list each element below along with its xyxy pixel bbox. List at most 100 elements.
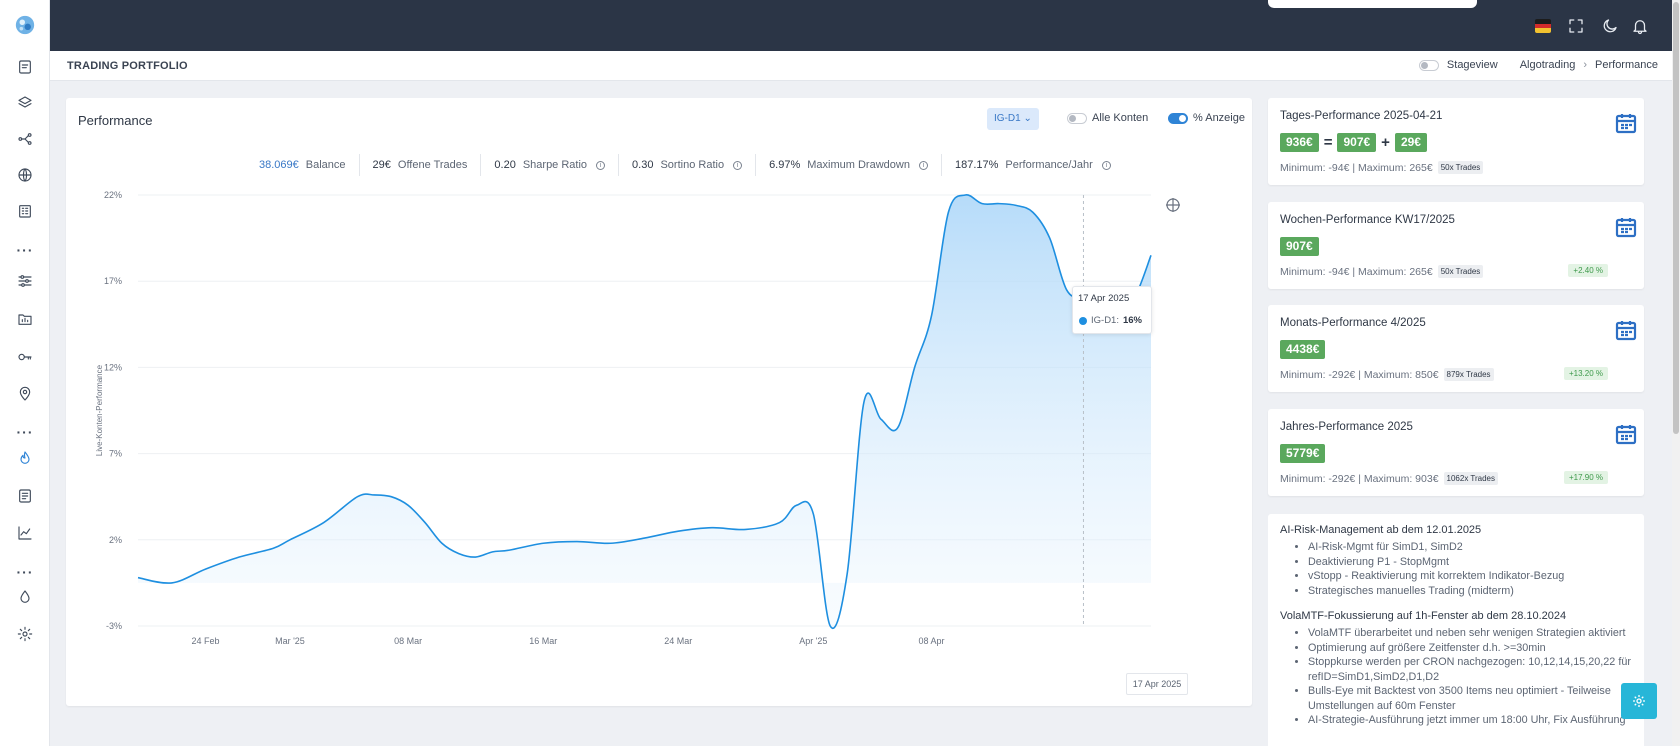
percent-chip: +2.40 % (1568, 264, 1608, 277)
calendar-icon[interactable] (1614, 215, 1638, 239)
crosshair-x-label: 17 Apr 2025 (1126, 673, 1188, 695)
minmax-text: Minimum: -292€ | Maximum: 903€ (1280, 472, 1439, 485)
y-tick-label: 22% (104, 190, 122, 200)
move-icon[interactable] (1166, 198, 1180, 212)
card-daily-performance: Tages-Performance 2025-04-21 936€ = 907€… (1268, 98, 1644, 185)
y-tick-label: 7% (109, 449, 122, 459)
flame-icon[interactable] (14, 447, 36, 469)
document-icon[interactable] (14, 56, 36, 78)
line-chart-icon[interactable] (14, 522, 36, 544)
minmax-text: Minimum: -94€ | Maximum: 265€ (1280, 265, 1433, 278)
trades-chip: 879x Trades (1443, 368, 1494, 381)
x-tick-label: 24 Mar (664, 636, 692, 646)
minmax-text: Minimum: -292€ | Maximum: 850€ (1280, 368, 1439, 381)
fullscreen-icon[interactable] (1567, 17, 1585, 35)
percent-chip: +13.20 % (1563, 367, 1608, 380)
gear-icon[interactable] (14, 623, 36, 645)
x-tick-label: 08 Mar (394, 636, 422, 646)
stageview-label: Stageview (1446, 59, 1498, 71)
topbar (50, 0, 1672, 51)
card-title: Tages-Performance 2025-04-21 (1280, 110, 1443, 122)
calendar-icon[interactable] (1614, 111, 1638, 135)
plus-sign: + (1381, 134, 1390, 151)
series-area-ig-d1 (138, 194, 1151, 629)
stageview-toggle[interactable] (1418, 59, 1439, 71)
equals-sign: = (1323, 134, 1333, 151)
app-root: ··· ··· ··· TRADING PORTFOLIO Stageview … (0, 0, 1680, 746)
trades-chip: 50x Trades (1437, 265, 1484, 278)
note-list: VolaMTF überarbeitet und neben sehr weni… (1308, 626, 1632, 728)
drop-icon[interactable] (14, 586, 36, 608)
minmax-row: Minimum: -292€ | Maximum: 850€ 879x Trade… (1280, 368, 1494, 381)
x-tick-label: Apr '25 (799, 636, 827, 646)
y-tick-label: 17% (104, 276, 122, 286)
y-tick-label: 2% (109, 535, 122, 545)
total-badge: 907€ (1280, 237, 1319, 256)
list-item: vStopp - Reaktivierung mit korrektem Ind… (1308, 569, 1632, 584)
calendar-icon[interactable] (1614, 318, 1638, 342)
breadcrumb: Stageview Algotrading › Performance (1418, 59, 1658, 71)
x-tick-label: Mar '25 (275, 636, 305, 646)
tooltip-series: IG-D1 (1091, 315, 1117, 326)
more-icon[interactable]: ··· (14, 239, 36, 261)
list-item: Stoppkurse werden per CRON nachgezogen: … (1308, 655, 1632, 684)
performance-card: Performance IG-D1 ⌄ Alle Konten % Anzeig… (66, 98, 1252, 706)
sliders-icon[interactable] (14, 270, 36, 292)
layers-icon[interactable] (14, 92, 36, 114)
folder-chart-icon[interactable] (14, 308, 36, 330)
list-item: VolaMTF überarbeitet und neben sehr weni… (1308, 626, 1632, 641)
percent-chip: +17.90 % (1563, 471, 1608, 484)
report-icon[interactable] (14, 485, 36, 507)
trades-chip: 50x Trades (1437, 161, 1484, 174)
building-icon[interactable] (14, 200, 36, 222)
notes-card: AI-Risk-Management ab dem 12.01.2025 AI-… (1268, 514, 1644, 746)
trades-chip: 1062x Trades (1443, 472, 1499, 485)
badge-row: 4438€ (1280, 340, 1326, 359)
card-weekly-performance: Wochen-Performance KW17/2025 907€ Minimu… (1268, 202, 1644, 289)
list-item: Deaktivierung P1 - StopMgmt (1308, 555, 1632, 570)
tooltip-value: 16% (1122, 315, 1142, 326)
breadcrumb-item-performance: Performance (1595, 59, 1658, 71)
total-badge: 936€ (1280, 133, 1319, 152)
note-list: AI-Risk-Mgmt für SimD1, SimD2 Deaktivier… (1308, 540, 1632, 598)
card-title: Monats-Performance 4/2025 (1280, 317, 1426, 329)
subheader: TRADING PORTFOLIO Stageview Algotrading … (50, 51, 1672, 81)
bell-icon[interactable] (1631, 17, 1649, 35)
more-icon[interactable]: ··· (14, 561, 36, 583)
total-badge: 5779€ (1280, 444, 1326, 463)
list-item: AI-Risk-Mgmt für SimD1, SimD2 (1308, 540, 1632, 555)
share-icon[interactable] (14, 128, 36, 150)
x-tick-label: 24 Feb (192, 636, 220, 646)
badge-row: 936€ = 907€ + 29€ (1280, 133, 1427, 152)
note-heading: AI-Risk-Management ab dem 12.01.2025 (1280, 524, 1482, 536)
chevron-right-icon: › (1583, 59, 1588, 71)
calendar-icon[interactable] (1614, 422, 1638, 446)
list-item: Bulls-Eye mit Backtest von 3500 Items ne… (1308, 684, 1632, 713)
closed-badge: 907€ (1337, 133, 1377, 152)
moon-icon[interactable] (1601, 17, 1619, 35)
card-title: Wochen-Performance KW17/2025 (1280, 214, 1455, 226)
list-item: Optimierung auf größere Zeitfenster d.h.… (1308, 641, 1632, 656)
chart-tooltip: 17 Apr 2025 IG-D1: 16% (1072, 286, 1152, 334)
list-item: Strategisches manuelles Trading (midterm… (1308, 584, 1632, 599)
settings-fab-button[interactable] (1621, 683, 1657, 719)
sidebar: ··· ··· ··· (0, 0, 50, 746)
minmax-row: Minimum: -94€ | Maximum: 265€ 50x Trades (1280, 265, 1484, 278)
page-title: TRADING PORTFOLIO (67, 60, 188, 72)
minmax-row: Minimum: -94€ | Maximum: 265€ 50x Trades (1280, 161, 1484, 174)
performance-chart[interactable]: 22% 17% 12% 7% 2% -3% 24 Feb Mar '25 08 Mar 16 M… (66, 98, 1252, 706)
location-icon[interactable] (14, 383, 36, 405)
total-badge: 4438€ (1280, 340, 1326, 359)
more-icon[interactable]: ··· (14, 421, 36, 443)
scrollbar-thumb[interactable] (1673, 2, 1679, 434)
list-item: AI-Strategie-Ausführung jetzt immer um 1… (1308, 713, 1632, 728)
breadcrumb-item-algotrading[interactable]: Algotrading (1520, 59, 1576, 71)
note-heading: VolaMTF-Fokussierung auf 1h-Fenster ab d… (1280, 610, 1567, 622)
globe-icon[interactable] (14, 164, 36, 186)
x-tick-label: 08 Apr (919, 636, 945, 646)
flag-de-icon[interactable] (1535, 19, 1551, 33)
logo-icon[interactable] (14, 14, 36, 36)
tooltip-marker (1079, 316, 1087, 325)
key-icon[interactable] (14, 346, 36, 368)
card-title: Jahres-Performance 2025 (1280, 421, 1413, 433)
